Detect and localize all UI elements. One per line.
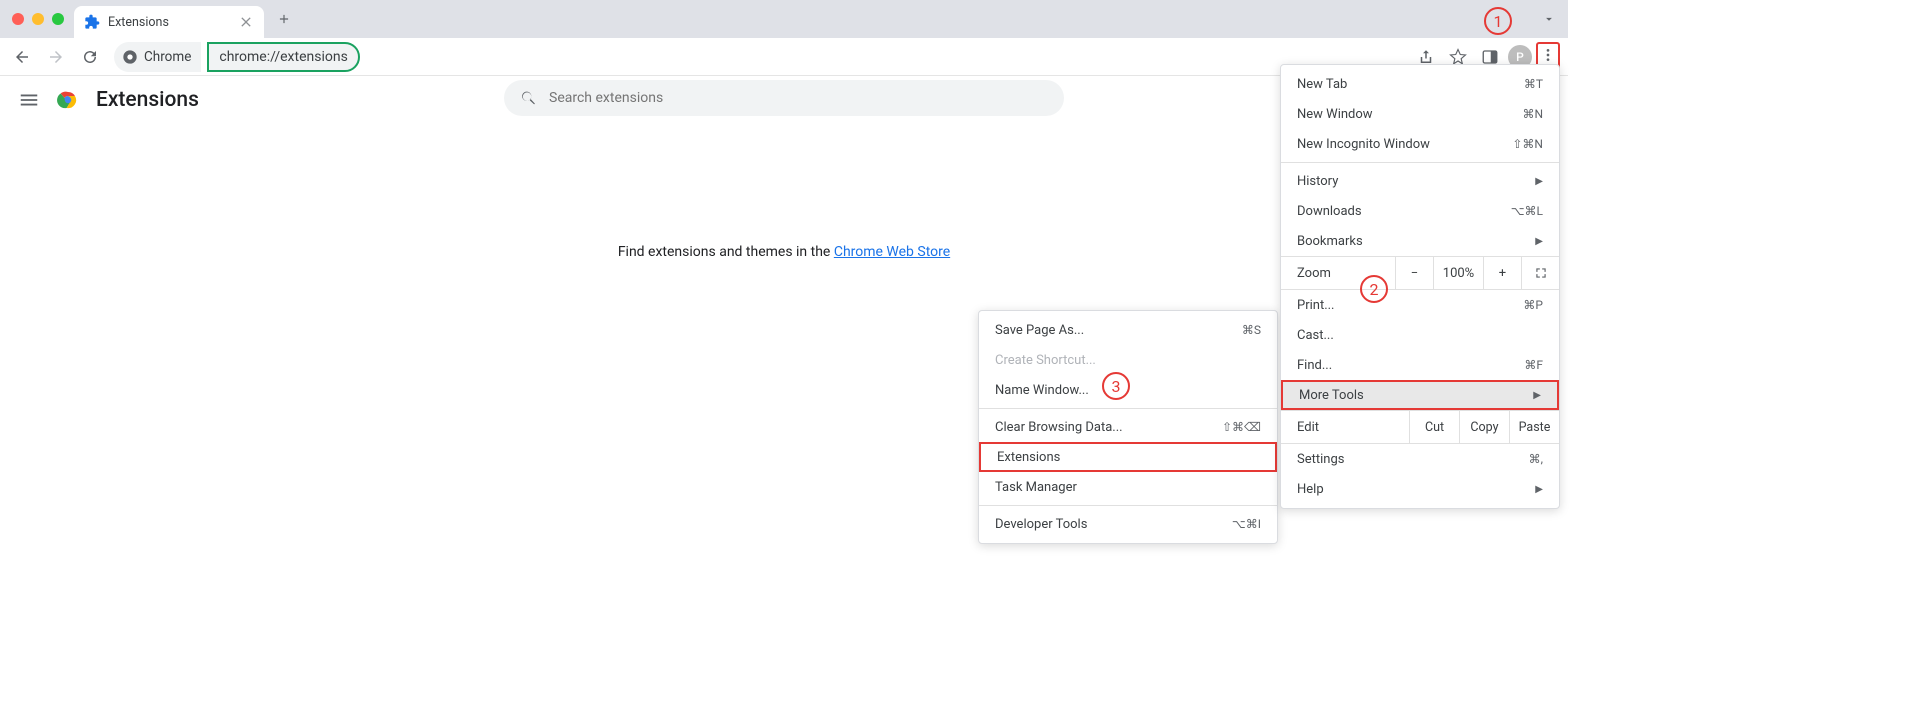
menu-history[interactable]: History▶	[1281, 166, 1559, 196]
chevron-right-icon: ▶	[1533, 390, 1541, 401]
hamburger-icon[interactable]	[18, 89, 40, 111]
menu-separator	[979, 505, 1277, 506]
tab-title: Extensions	[108, 15, 169, 30]
address-bar[interactable]: Chrome chrome://extensions	[114, 42, 360, 72]
menu-more-tools[interactable]: More Tools▶	[1281, 380, 1559, 410]
menu-incognito[interactable]: New Incognito Window⇧⌘N	[1281, 129, 1559, 159]
zoom-out-button[interactable]: −	[1395, 257, 1433, 289]
forward-button[interactable]	[42, 43, 70, 71]
tab-strip: Extensions	[0, 0, 1568, 38]
menu-downloads[interactable]: Downloads⌥⌘L	[1281, 196, 1559, 226]
annotation-1: 1	[1484, 7, 1512, 35]
chrome-icon	[122, 49, 138, 65]
menu-print[interactable]: Print...⌘P	[1281, 290, 1559, 320]
menu-find[interactable]: Find...⌘F	[1281, 350, 1559, 380]
body-text: Find extensions and themes in the	[618, 244, 834, 260]
menu-separator	[979, 408, 1277, 409]
submenu-clear-browsing[interactable]: Clear Browsing Data...⇧⌘⌫	[979, 412, 1277, 442]
close-window-button[interactable]	[12, 13, 24, 25]
page-title: Extensions	[96, 88, 199, 112]
new-tab-button[interactable]	[270, 5, 298, 33]
url-text: chrome://extensions	[219, 49, 347, 65]
cut-button[interactable]: Cut	[1409, 411, 1459, 443]
plus-icon	[277, 12, 291, 26]
submenu-create-shortcut: Create Shortcut...	[979, 345, 1277, 375]
browser-tab[interactable]: Extensions	[74, 6, 264, 38]
chevron-right-icon: ▶	[1535, 236, 1543, 247]
chevron-right-icon: ▶	[1535, 484, 1543, 495]
menu-help[interactable]: Help▶	[1281, 474, 1559, 504]
search-icon	[520, 89, 537, 107]
fullscreen-icon	[1534, 266, 1548, 280]
menu-separator	[1281, 162, 1559, 163]
url-box[interactable]: chrome://extensions	[207, 42, 359, 72]
submenu-task-manager[interactable]: Task Manager	[979, 472, 1277, 502]
close-tab-icon[interactable]	[238, 14, 254, 30]
chrome-chip: Chrome	[114, 42, 201, 72]
annotation-3: 3	[1102, 372, 1130, 400]
panel-icon	[1481, 48, 1499, 66]
menu-cast[interactable]: Cast...	[1281, 320, 1559, 350]
menu-new-window[interactable]: New Window⌘N	[1281, 99, 1559, 129]
maximize-window-button[interactable]	[52, 13, 64, 25]
window-controls	[8, 13, 74, 25]
chevron-down-icon	[1542, 12, 1556, 26]
extension-icon	[84, 14, 100, 30]
fullscreen-button[interactable]	[1521, 257, 1559, 289]
chevron-right-icon: ▶	[1535, 176, 1543, 187]
submenu-extensions[interactable]: Extensions	[979, 442, 1277, 472]
menu-settings[interactable]: Settings⌘,	[1281, 444, 1559, 474]
zoom-value: 100%	[1433, 257, 1483, 289]
zoom-in-button[interactable]: +	[1483, 257, 1521, 289]
submenu-save-page[interactable]: Save Page As...⌘S	[979, 315, 1277, 345]
search-field[interactable]	[549, 90, 1048, 106]
menu-bookmarks[interactable]: Bookmarks▶	[1281, 226, 1559, 256]
menu-zoom: Zoom − 100% +	[1281, 256, 1559, 290]
share-icon	[1417, 48, 1435, 66]
reload-button[interactable]	[76, 43, 104, 71]
more-tools-submenu: Save Page As...⌘S Create Shortcut... Nam…	[978, 310, 1278, 544]
annotation-2: 2	[1360, 275, 1388, 303]
submenu-dev-tools[interactable]: Developer Tools⌥⌘I	[979, 509, 1277, 539]
back-button[interactable]	[8, 43, 36, 71]
window-dropdown-button[interactable]	[1538, 8, 1560, 30]
chrome-label: Chrome	[144, 49, 191, 65]
paste-button[interactable]: Paste	[1509, 411, 1559, 443]
minimize-window-button[interactable]	[32, 13, 44, 25]
chrome-web-store-link[interactable]: Chrome Web Store	[834, 244, 950, 260]
menu-edit: Edit Cut Copy Paste	[1281, 410, 1559, 444]
star-icon	[1449, 48, 1467, 66]
copy-button[interactable]: Copy	[1459, 411, 1509, 443]
chrome-logo-icon	[56, 88, 80, 112]
chrome-menu: New Tab⌘T New Window⌘N New Incognito Win…	[1280, 64, 1560, 509]
kebab-icon	[1540, 46, 1556, 64]
search-extensions-input[interactable]	[504, 80, 1064, 116]
menu-new-tab[interactable]: New Tab⌘T	[1281, 69, 1559, 99]
